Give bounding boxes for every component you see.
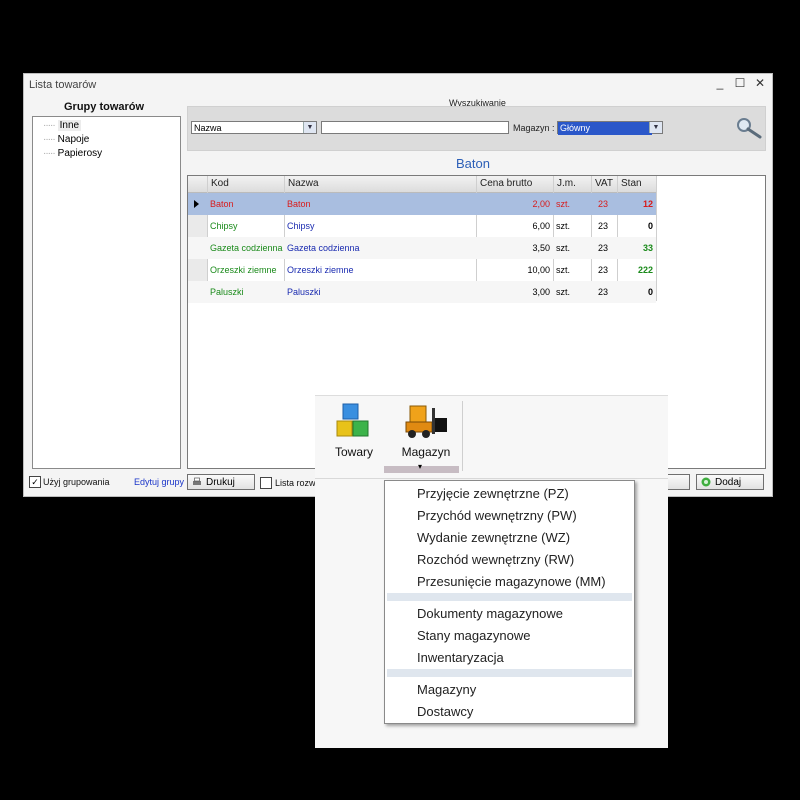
- menu-item-warehouses[interactable]: Magazyny: [417, 682, 476, 697]
- tree-item-papierosy[interactable]: ····· Papierosy: [43, 148, 102, 159]
- table-row[interactable]: Orzeszki ziemne Orzeszki ziemne 10,00 sz…: [188, 259, 656, 281]
- window-controls: _ ☐ ✕: [714, 76, 766, 90]
- groups-tree: ····· Inne ····· Napoje ····· Papierosy: [32, 116, 181, 469]
- tree-item-inne[interactable]: ····· Inne: [43, 120, 82, 131]
- chevron-down-icon: ▼: [303, 122, 316, 133]
- chevron-down-icon: ▼: [649, 122, 662, 133]
- print-button[interactable]: Drukuj: [187, 474, 255, 490]
- groups-title: Grupy towarów: [64, 101, 145, 113]
- forklift-icon: [405, 405, 447, 438]
- search-field-select[interactable]: Nazwa ▼: [191, 121, 317, 134]
- ribbon-toolbar: Towary Magazyn ▾: [315, 396, 668, 479]
- menu-item-stock[interactable]: Stany magazynowe: [417, 628, 530, 643]
- close-button[interactable]: ✕: [754, 76, 766, 90]
- menu-separator: [387, 669, 632, 677]
- menu-item-documents[interactable]: Dokumenty magazynowe: [417, 606, 563, 621]
- tree-item-napoje[interactable]: ····· Napoje: [43, 134, 89, 145]
- col-vat[interactable]: VAT: [595, 178, 613, 189]
- ribbon-separator: [462, 401, 463, 471]
- edit-groups-link[interactable]: Edytuj grupy: [134, 477, 184, 487]
- col-jm[interactable]: J.m.: [557, 178, 576, 189]
- current-row-icon: [194, 200, 199, 208]
- add-button[interactable]: Dodaj: [696, 474, 764, 490]
- magazyn-button[interactable]: Magazyn: [393, 402, 459, 459]
- menu-item-mm[interactable]: Przesunięcie magazynowe (MM): [417, 574, 606, 589]
- menu-item-pz[interactable]: Przyjęcie zewnętrzne (PZ): [417, 486, 569, 501]
- window-title: Lista towarów: [29, 79, 97, 91]
- grid-heading: Baton: [456, 156, 490, 171]
- search-input[interactable]: [321, 121, 509, 134]
- magazyn-dropdown-toggle[interactable]: ▾: [384, 462, 459, 473]
- menu-item-suppliers[interactable]: Dostawcy: [417, 704, 473, 719]
- boxes-icon: [336, 403, 369, 437]
- table-row[interactable]: Baton Baton 2,00 szt. 23 12: [188, 193, 656, 215]
- col-cena[interactable]: Cena brutto: [480, 178, 532, 189]
- menu-separator: [387, 593, 632, 601]
- menu-item-pw[interactable]: Przychód wewnętrzny (PW): [417, 508, 577, 523]
- expand-list-checkbox[interactable]: [260, 477, 272, 489]
- printer-icon: [193, 477, 201, 485]
- magazyn-label: Magazyn :: [513, 123, 555, 133]
- magazyn-dropdown-menu: Przyjęcie zewnętrzne (PZ) Przychód wewnę…: [384, 480, 635, 724]
- table-row[interactable]: Gazeta codzienna Gazeta codzienna 3,50 s…: [188, 237, 656, 259]
- menu-item-inventory[interactable]: Inwentaryzacja: [417, 650, 504, 665]
- search-icon[interactable]: [734, 117, 764, 139]
- table-row[interactable]: Chipsy Chipsy 6,00 szt. 23 0: [188, 215, 656, 237]
- use-grouping-label: Użyj grupowania: [43, 477, 110, 487]
- use-grouping-checkbox[interactable]: ✓: [29, 476, 41, 488]
- towary-button[interactable]: Towary: [327, 402, 381, 459]
- magazyn-select[interactable]: Główny ▼: [557, 121, 663, 135]
- chevron-down-icon: ▾: [418, 462, 423, 471]
- col-kod[interactable]: Kod: [211, 178, 229, 189]
- col-nazwa[interactable]: Nazwa: [288, 178, 319, 189]
- menu-item-rw[interactable]: Rozchód wewnętrzny (RW): [417, 552, 574, 567]
- minimize-button[interactable]: _: [714, 76, 726, 90]
- grid-header: Kod Nazwa Cena brutto J.m. VAT Stan: [188, 176, 656, 193]
- add-circle-icon: [701, 477, 711, 487]
- maximize-button[interactable]: ☐: [734, 76, 746, 90]
- table-row[interactable]: Paluszki Paluszki 3,00 szt. 23 0: [188, 281, 656, 303]
- col-stan[interactable]: Stan: [621, 178, 642, 189]
- menu-item-wz[interactable]: Wydanie zewnętrzne (WZ): [417, 530, 570, 545]
